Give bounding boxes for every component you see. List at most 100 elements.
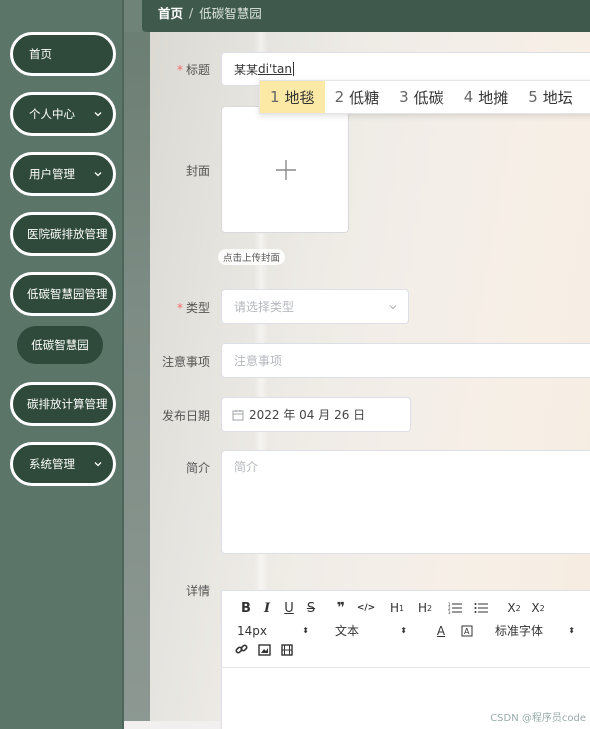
svg-text:3: 3 [448,610,451,614]
sidebar-item-label: 个人中心 [29,107,75,121]
notes-label: 注意事项 [161,355,210,369]
sidebar: 首页 个人中心 用户管理 医院碳排放管理 低碳智慧园管理 低碳智慧园 碳排放计算… [0,0,124,729]
sidebar-item-hospital-carbon[interactable]: 医院碳排放管理 [10,212,116,256]
svg-text:A: A [464,627,470,636]
ordered-list-icon[interactable]: 123 [440,602,470,614]
intro-textarea[interactable]: 简介 [221,450,590,554]
sidebar-item-label: 医院碳排放管理 [27,227,108,241]
breadcrumb: 首页 / 低碳智慧园 [158,3,262,22]
date-label: 发布日期 [161,409,210,423]
editor-toolbar-divider [222,667,590,668]
strikethrough-icon[interactable]: S [300,601,322,616]
title-label-text: 标题 [185,63,210,77]
image-icon[interactable] [258,643,271,656]
ime-candidate-text: 地坛 [542,88,573,107]
cover-upload-button[interactable] [221,106,349,233]
bullet-list-icon[interactable] [470,602,492,614]
chevron-down-icon [94,112,102,117]
sidebar-item-label: 碳排放计算管理 [27,397,108,411]
notes-input-placeholder: 注意事项 [234,354,283,368]
title-label: * 标题 [124,61,210,78]
code-block-icon[interactable]: </> [356,603,376,613]
sidebar-item-label: 系统管理 [29,457,75,471]
subscript-icon[interactable]: X2 [500,601,528,615]
text-caret [292,62,294,76]
sidebar-item-label: 首页 [29,47,52,61]
sidebar-item-personal-center[interactable]: 个人中心 [10,92,116,136]
type-select[interactable]: 请选择类型 [221,289,409,324]
sidebar-subitem-label: 低碳智慧园 [31,338,89,352]
title-input-value: 某某 [234,62,259,77]
breadcrumb-separator: / [189,5,194,20]
details-label: 详情 [185,584,210,598]
underline-icon[interactable]: U [278,601,300,616]
paragraph-format-select[interactable]: 文本 ⬍ [335,622,407,639]
sidebar-item-lowcarbon-park-management[interactable]: 低碳智慧园管理 [10,272,116,316]
type-select-placeholder: 请选择类型 [234,300,295,314]
video-icon[interactable] [281,643,293,656]
ime-candidate-number: 3 [399,88,409,106]
calendar-icon [232,409,244,420]
sidebar-item-carbon-calc[interactable]: 碳排放计算管理 [10,382,116,426]
blockquote-icon[interactable]: ❞ [326,600,356,616]
date-picker[interactable]: 2022 年 04 月 26 日 [221,397,411,432]
select-arrows-icon: ⬍ [302,626,309,635]
title-input-composition: di'tan [258,62,292,76]
ime-candidate-text: 低碳 [413,88,444,107]
heading-2-icon[interactable]: H2 [412,601,438,615]
ime-candidate[interactable]: 5 地坛 [518,81,583,113]
cover-label: 封面 [185,164,210,178]
font-color-icon[interactable]: A [431,624,451,638]
editor-toolbar-row-2: 14px ⬍ 文本 ⬍ A A 标准字体 ⬍ [237,622,575,639]
ime-candidate[interactable]: 1 地毯 [260,81,325,113]
date-value: 2022 年 04 月 26 日 [249,408,366,422]
notes-input[interactable]: 注意事项 [221,343,590,378]
font-size-value: 14px [237,623,267,638]
chevron-down-icon [94,172,102,177]
intro-placeholder: 简介 [234,460,259,474]
intro-label: 简介 [185,461,210,475]
select-arrows-icon: ⬍ [400,626,407,635]
sidebar-item-user-management[interactable]: 用户管理 [10,152,116,196]
type-label: * 类型 [124,299,210,316]
font-family-select[interactable]: 标准字体 ⬍ [495,622,575,639]
chevron-down-icon [389,305,397,310]
background-color-icon[interactable]: A [457,625,477,637]
editor-toolbar-row-3 [235,643,293,656]
select-arrows-icon: ⬍ [568,626,575,635]
sidebar-item-label: 用户管理 [29,167,75,181]
ime-candidate-number: 2 [334,88,345,106]
type-label-text: 类型 [185,301,210,315]
ime-candidate[interactable]: 3 低碳 [389,81,454,113]
cover-upload-hint: 点击上传封面 [218,249,286,265]
font-family-value: 标准字体 [495,624,544,638]
paragraph-format-value: 文本 [335,624,360,638]
heading-1-icon[interactable]: H1 [382,601,412,615]
ime-candidate-bar: 1 地毯 2 低糖 3 低碳 4 地摊 5 地坛 [259,80,590,114]
chevron-down-icon [94,462,102,467]
ime-candidate-number: 1 [270,88,280,106]
font-size-select[interactable]: 14px ⬍ [237,624,309,638]
italic-icon[interactable]: I [256,601,278,616]
editor-toolbar-row-1: B I U S ❞ </> H1 H2 123 X2 X2 [236,600,548,616]
sidebar-item-home[interactable]: 首页 [10,32,116,76]
breadcrumb-home[interactable]: 首页 [158,3,183,22]
ime-candidate-text: 地毯 [284,88,315,107]
link-icon[interactable] [235,643,248,656]
bold-icon[interactable]: B [236,601,256,616]
watermark: CSDN @程序员code [490,713,586,724]
ime-candidate-number: 5 [528,88,538,106]
plus-icon [276,160,296,180]
ime-candidate[interactable]: 2 低糖 [325,81,390,113]
ime-candidate-text: 地摊 [478,88,509,107]
ime-candidate-number: 4 [463,88,474,106]
required-mark: * [176,63,183,77]
sidebar-subitem-lowcarbon-park[interactable]: 低碳智慧园 [17,326,103,364]
ime-candidate-text: 低糖 [349,88,380,107]
topbar-shadow [124,0,142,32]
ime-candidate[interactable]: 4 地摊 [454,81,519,113]
sidebar-item-system-management[interactable]: 系统管理 [10,442,116,486]
breadcrumb-current: 低碳智慧园 [199,6,262,21]
superscript-icon[interactable]: X2 [528,601,548,615]
required-mark: * [176,301,183,315]
